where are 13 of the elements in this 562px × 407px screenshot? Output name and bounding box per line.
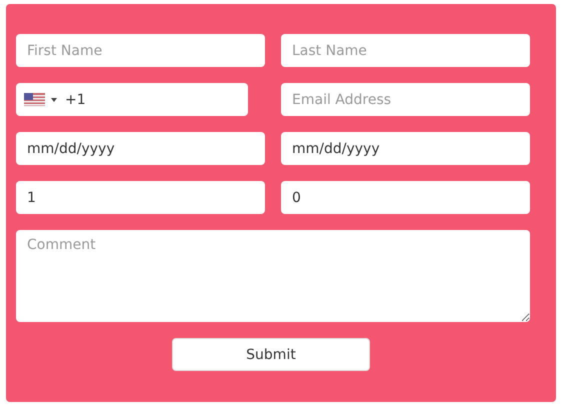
- caret-icon[interactable]: [51, 98, 57, 102]
- input-field[interactable]: Email Address: [281, 83, 530, 116]
- input-field[interactable]: 0: [281, 181, 530, 214]
- input-field[interactable]: 1: [16, 181, 265, 214]
- submit-button[interactable]: Submit: [172, 338, 370, 371]
- comment-field[interactable]: Comment: [16, 230, 530, 322]
- phone-field[interactable]: +1: [16, 83, 248, 116]
- input-field[interactable]: Last Name: [281, 34, 530, 67]
- input-field[interactable]: First Name: [16, 34, 265, 67]
- input-field[interactable]: mm/dd/yyyy: [281, 132, 530, 165]
- input-field[interactable]: mm/dd/yyyy: [16, 132, 265, 165]
- flag-icon[interactable]: [24, 93, 45, 106]
- phone-number-input[interactable]: +1: [65, 92, 215, 108]
